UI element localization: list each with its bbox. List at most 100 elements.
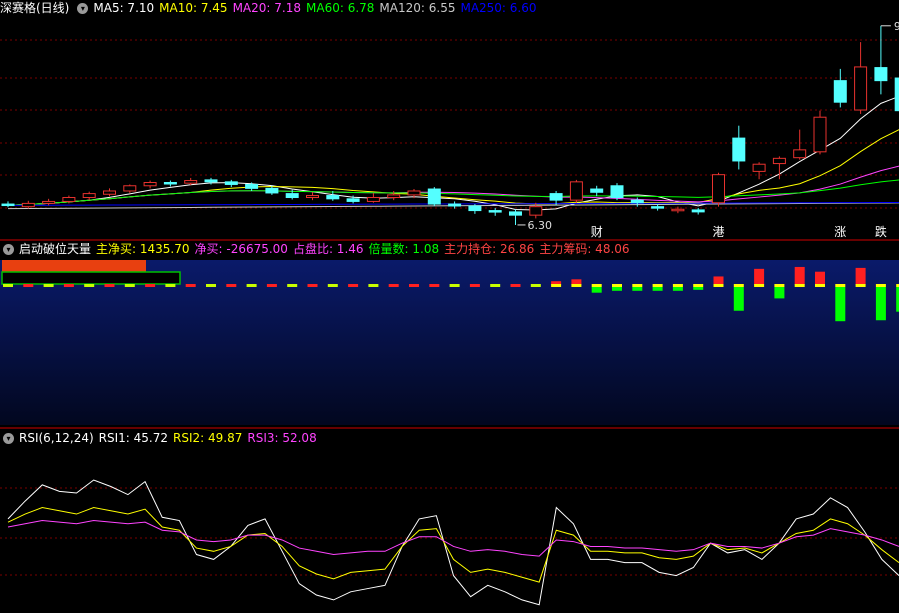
net-buy-base-tick: [693, 284, 704, 287]
net-buy-bar: [713, 276, 724, 285]
candle-body: [21, 202, 35, 208]
price-chart: 9.35 6.30 财 港 涨 跌: [0, 20, 899, 606]
candle-body: [569, 181, 583, 201]
net-buy-tick: [43, 284, 54, 287]
candle-body: [265, 187, 279, 194]
net-buy-tick: [124, 284, 135, 287]
candle-body: [813, 116, 827, 153]
net-buy-tick: [449, 284, 460, 287]
indicator-legend-bar-green: [1, 271, 181, 285]
candle-body: [691, 209, 705, 213]
net-buy-tick: [145, 284, 156, 287]
rsi-legend: ▾ RSI(6,12,24) RSI1: 45.72 RSI2: 49.87 RSI3:…: [0, 430, 327, 446]
net-buy-base-tick: [672, 284, 683, 287]
net-buy-tick: [469, 284, 480, 287]
net-buy-base-tick: [774, 284, 785, 287]
candle-body: [529, 206, 543, 216]
mid-legend: ▾ 启动破位天量 主净买: 1435.70 净买: -26675.00 占盘比: 1.4…: [0, 241, 640, 257]
ma-label-4: MA120: 6.55: [379, 1, 456, 15]
net-buy-base-tick: [754, 284, 765, 287]
indicator-legend-bar-red: [2, 260, 146, 272]
rsi-line-1: [7, 507, 899, 583]
net-buy-bar: [774, 287, 785, 299]
net-buy-tick: [165, 284, 176, 287]
net-buy-bar: [632, 287, 643, 291]
candle-body: [448, 203, 462, 207]
net-buy-tick: [510, 284, 521, 287]
rsi-labels: RSI1: 45.72 RSI2: 49.87 RSI3: 52.08: [99, 431, 322, 445]
net-buy-tick: [246, 284, 257, 287]
event-marker-0: 财: [591, 225, 603, 239]
rsi-label-2: RSI3: 52.08: [247, 431, 317, 445]
net-buy-tick: [490, 284, 501, 287]
candle-body: [245, 183, 259, 189]
candle-body: [42, 200, 56, 204]
candle-body: [549, 193, 563, 201]
net-buy-tick: [84, 284, 95, 287]
net-buy-base-tick: [571, 284, 582, 287]
candle-body: [793, 149, 807, 159]
net-buy-bar: [612, 287, 622, 291]
indicator-title: 启动破位天量: [19, 242, 92, 256]
net-buy-bar: [591, 287, 602, 293]
net-buy-base-tick: [551, 284, 562, 287]
indicator-label-0: 主净买: 1435.70: [96, 242, 190, 256]
ma-label-3: MA60: 6.78: [306, 1, 375, 15]
event-marker-1: 港: [713, 225, 725, 239]
net-buy-bar: [855, 267, 866, 285]
candle-body: [306, 195, 319, 199]
rsi-label-0: RSI1: 45.72: [98, 431, 169, 445]
chevron-down-icon[interactable]: ▾: [3, 433, 14, 444]
indicator-label-5: 主力筹码: 48.06: [539, 242, 630, 256]
security-title: 深赛格(日线): [0, 1, 70, 15]
rsi-title: RSI(6,12,24): [19, 431, 94, 445]
net-buy-base-tick: [632, 284, 643, 287]
ma-label-0: MA5: 7.10: [93, 1, 155, 15]
net-buy-tick: [327, 284, 338, 287]
candle-body: [123, 185, 137, 192]
chevron-down-icon[interactable]: ▾: [77, 3, 89, 14]
net-buy-tick: [530, 284, 541, 287]
candle-body: [407, 190, 421, 196]
candle-body: [285, 193, 299, 199]
net-buy-bar: [875, 287, 886, 321]
net-buy-bar: [794, 266, 805, 285]
net-buy-tick: [287, 284, 298, 287]
candle-body: [326, 195, 340, 200]
net-buy-base-tick: [835, 284, 846, 287]
candle-body: [103, 190, 116, 195]
candle-body: [82, 193, 96, 199]
candle-body: [163, 182, 177, 185]
indicator-label-2: 占盘比: 1.46: [292, 242, 364, 256]
candle-body: [184, 180, 198, 184]
net-buy-base-tick: [855, 284, 866, 287]
indicator-label-4: 主力持仓: 26.86: [444, 242, 535, 256]
candle-body: [712, 174, 725, 204]
candle-body: [62, 197, 76, 202]
chevron-down-icon[interactable]: ▾: [3, 244, 14, 255]
net-buy-base-tick: [713, 284, 724, 287]
net-buy-base-tick: [652, 284, 663, 287]
candle-body: [752, 163, 766, 172]
candle-body: [671, 208, 685, 212]
candle-body: [387, 194, 401, 199]
net-buy-tick: [266, 284, 277, 287]
main-legend: 深赛格(日线) ▾ MA5: 7.10 MA10: 7.45 MA20: 7.18 MA6…: [0, 0, 547, 16]
net-buy-tick: [388, 284, 399, 287]
net-buy-bar: [693, 287, 704, 290]
net-buy-tick: [63, 284, 74, 287]
candle-body: [346, 198, 360, 202]
candle-body: [143, 182, 157, 187]
net-buy-base-tick: [612, 284, 622, 287]
net-buy-tick: [185, 284, 196, 287]
net-buy-tick: [226, 284, 237, 287]
candle-body: [651, 206, 665, 209]
candle-body: [894, 77, 899, 112]
rsi-label-1: RSI2: 49.87: [173, 431, 243, 445]
indicator-label-1: 净买: -26675.00: [194, 242, 288, 256]
net-buy-base-tick: [733, 284, 744, 287]
indicator-labels: 主净买: 1435.70 净买: -26675.00 占盘比: 1.46 倍量数: 1…: [96, 242, 635, 256]
net-buy-tick: [3, 284, 13, 287]
candle-body: [204, 179, 218, 183]
candle-body: [366, 197, 380, 202]
